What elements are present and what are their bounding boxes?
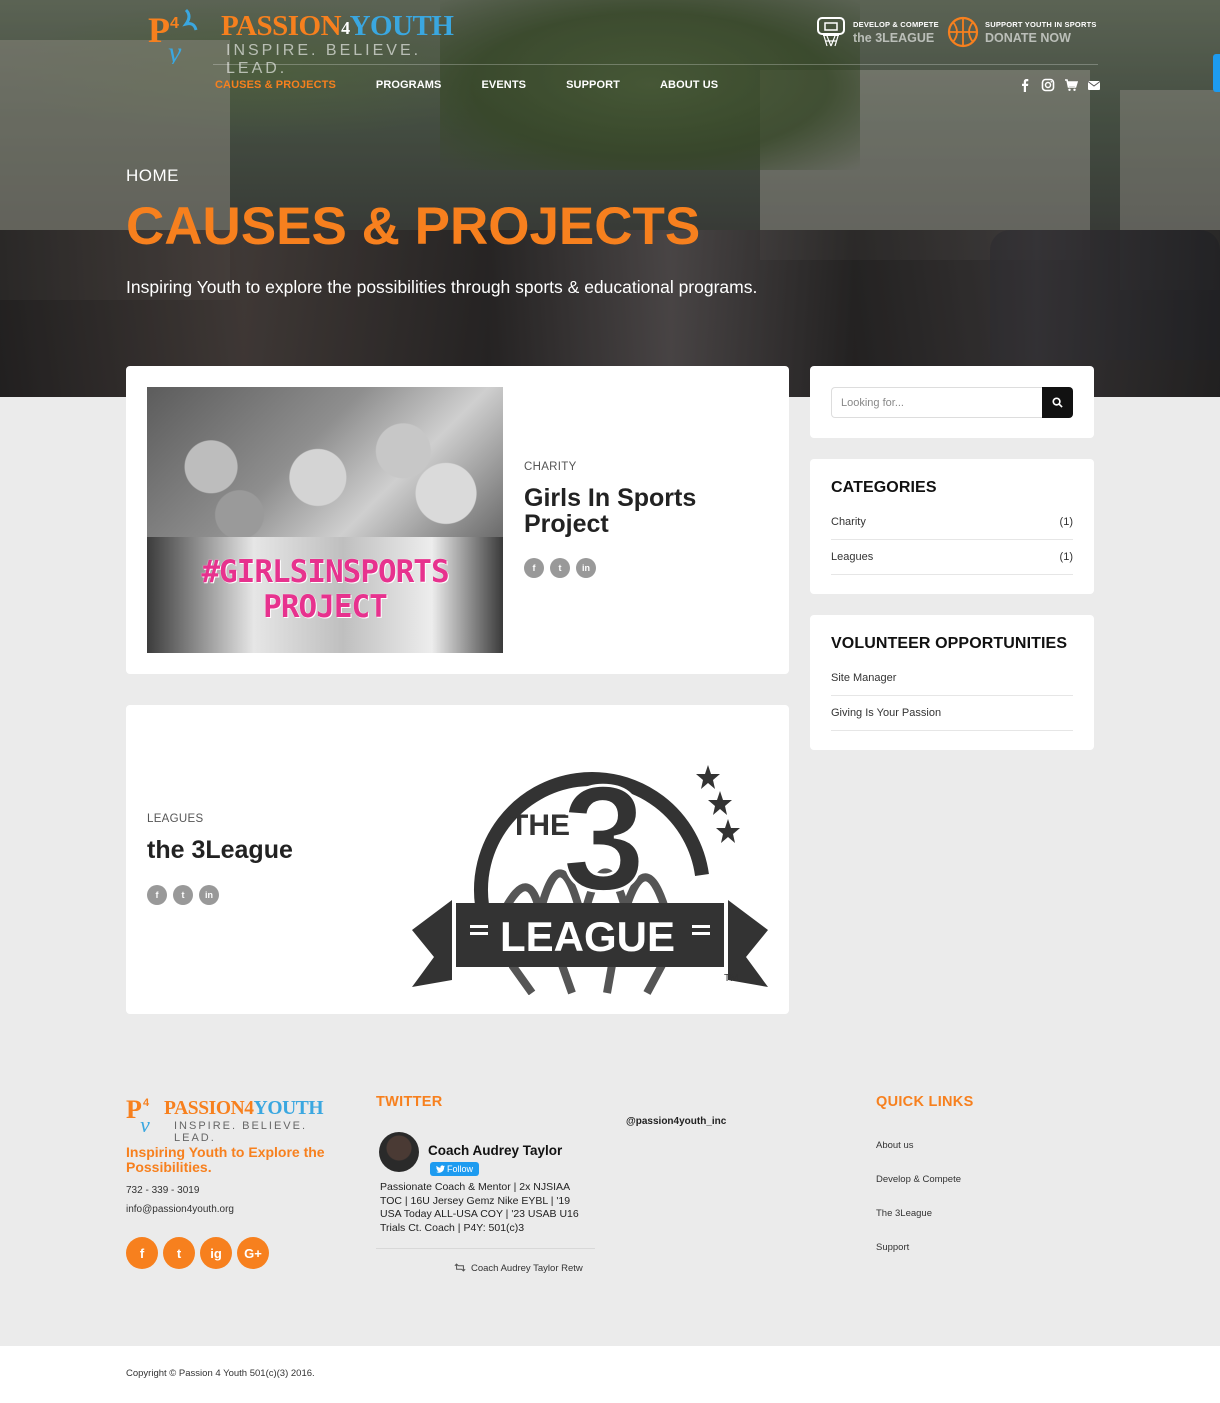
avatar[interactable]: [379, 1132, 419, 1172]
volunteer-heading: VOLUNTEER OPPORTUNITIES: [831, 635, 1068, 652]
footer-twitter-icon[interactable]: t: [163, 1237, 195, 1269]
post-card: #GIRLSINSPORTS PROJECT CHARITY Girls In …: [126, 366, 789, 674]
share-facebook-icon[interactable]: f: [147, 885, 167, 905]
instagram-icon[interactable]: [1041, 78, 1055, 92]
twitter-heading: TWITTER: [376, 1094, 443, 1110]
share-linkedin-icon[interactable]: in: [576, 558, 596, 578]
twitter-bird-icon: [436, 1165, 445, 1173]
p4y-logo-mark-icon: P y 4: [148, 8, 198, 64]
basketball-hoop-icon: [817, 17, 845, 47]
sidebar-search-widget: [810, 366, 1094, 438]
footer-logo-wordmark: PASSION4YOUTH: [164, 1098, 324, 1119]
twitter-feed[interactable]: Coach Audrey Taylor Follow Passionate Co…: [376, 1126, 595, 1289]
category-item-charity[interactable]: Charity (1): [831, 505, 1073, 540]
quick-link-3league[interactable]: The 3League: [876, 1208, 932, 1219]
share-linkedin-icon[interactable]: in: [199, 885, 219, 905]
footer-logo-tagline: INSPIRE. BELIEVE. LEAD.: [174, 1120, 308, 1144]
3league-logo-the: THE: [510, 809, 570, 842]
footer-email[interactable]: info@passion4youth.org: [126, 1204, 234, 1215]
nav-causes-projects[interactable]: CAUSES & PROJECTS: [215, 79, 336, 91]
share-twitter-icon[interactable]: t: [173, 885, 193, 905]
post-share: f t in: [147, 885, 219, 905]
nav-events[interactable]: EVENTS: [481, 79, 526, 91]
3league-logo-banner: LEAGUE: [500, 913, 675, 960]
cta-3league-label: the 3LEAGUE: [853, 30, 935, 45]
volunteer-item[interactable]: Giving Is Your Passion: [831, 696, 1073, 731]
site-logo[interactable]: P y 4 PASSION4YOUTH INSPIRE. BELIEVE. LE…: [146, 6, 476, 77]
svg-text:y: y: [165, 36, 182, 64]
volunteer-item[interactable]: Site Manager: [831, 661, 1073, 696]
post-title[interactable]: Girls In Sports Project: [524, 485, 754, 537]
cta-3league[interactable]: DEVELOP & COMPETE the 3LEAGUE: [815, 14, 939, 50]
twitter-follow-button[interactable]: Follow: [430, 1162, 480, 1176]
nav-programs[interactable]: PROGRAMS: [376, 79, 442, 91]
twitter-bio: Passionate Coach & Mentor | 2x NJSIAA TO…: [380, 1181, 579, 1234]
categories-heading: CATEGORIES: [831, 479, 937, 496]
mail-icon[interactable]: [1087, 78, 1101, 92]
retweet-icon: [454, 1263, 466, 1272]
side-widget-tab[interactable]: [1213, 54, 1220, 92]
search-input[interactable]: [831, 387, 1043, 418]
logo-wordmark: PASSION4YOUTH: [221, 10, 454, 42]
footer-facebook-icon[interactable]: f: [126, 1237, 158, 1269]
cta-donate[interactable]: SUPPORT YOUTH IN SPORTS DONATE NOW: [947, 14, 1097, 50]
category-name: Charity: [831, 516, 866, 528]
thumbnail-hashtag-text: #GIRLSINSPORTS PROJECT: [201, 554, 449, 625]
category-count: (1): [1059, 516, 1073, 528]
post-card: LEAGUES the 3League f t in THE 3 LEAGUE …: [126, 705, 789, 1014]
divider: [376, 1248, 595, 1249]
category-name: Leagues: [831, 551, 874, 563]
3league-logo-image[interactable]: THE 3 LEAGUE TM: [412, 725, 768, 995]
sidebar-volunteer-widget: VOLUNTEER OPPORTUNITIES Site Manager Giv…: [810, 615, 1094, 750]
svg-text:y: y: [138, 1112, 150, 1132]
cta-donate-small: SUPPORT YOUTH IN SPORTS: [985, 19, 1097, 29]
nav-about-us[interactable]: ABOUT US: [660, 79, 718, 91]
svg-text:4: 4: [143, 1097, 150, 1109]
header-social: [1018, 78, 1101, 92]
facebook-icon[interactable]: [1018, 78, 1032, 92]
search-button[interactable]: [1042, 387, 1073, 418]
search-icon: [1052, 397, 1063, 408]
3league-logo-tm: TM: [724, 973, 738, 984]
3league-logo-number: 3: [562, 754, 645, 922]
instagram-handle[interactable]: @passion4youth_inc: [626, 1116, 726, 1127]
footer-logo[interactable]: P y 4 PASSION4YOUTH INSPIRE. BELIEVE. LE…: [126, 1092, 346, 1144]
sidebar-categories-widget: CATEGORIES Charity (1) Leagues (1): [810, 459, 1094, 594]
footer-google-plus-icon[interactable]: G+: [237, 1237, 269, 1269]
page-title: CAUSES & PROJECTS: [126, 197, 701, 256]
main-nav: CAUSES & PROJECTS PROGRAMS EVENTS SUPPOR…: [215, 79, 758, 91]
cta-3league-small: DEVELOP & COMPETE: [853, 19, 939, 29]
twitter-profile-name[interactable]: Coach Audrey Taylor: [428, 1143, 562, 1158]
quick-link-support[interactable]: Support: [876, 1242, 909, 1253]
footer-social: f t ig G+: [126, 1237, 269, 1269]
svg-text:P: P: [148, 10, 170, 50]
hero-subtitle: Inspiring Youth to explore the possibili…: [126, 277, 758, 297]
footer-phone[interactable]: 732 - 339 - 3019: [126, 1185, 199, 1196]
post-share: f t in: [524, 558, 596, 578]
category-count: (1): [1059, 551, 1073, 563]
p4y-logo-mark-icon: P y 4: [126, 1095, 150, 1132]
nav-divider: [213, 64, 1098, 65]
share-facebook-icon[interactable]: f: [524, 558, 544, 578]
logo-tagline: INSPIRE. BELIEVE. LEAD.: [226, 42, 422, 77]
copyright-text: Copyright © Passion 4 Youth 501(c)(3) 20…: [126, 1368, 315, 1379]
quick-link-about[interactable]: About us: [876, 1140, 914, 1151]
post-category[interactable]: CHARITY: [524, 461, 577, 473]
breadcrumb[interactable]: HOME: [126, 166, 179, 186]
cart-icon[interactable]: [1064, 78, 1079, 92]
quick-link-develop-compete[interactable]: Develop & Compete: [876, 1174, 961, 1185]
share-twitter-icon[interactable]: t: [550, 558, 570, 578]
quick-links-heading: QUICK LINKS: [876, 1094, 974, 1110]
post-thumbnail-girls-in-sports[interactable]: #GIRLSINSPORTS PROJECT: [147, 387, 503, 653]
svg-text:4: 4: [170, 15, 179, 32]
category-item-leagues[interactable]: Leagues (1): [831, 540, 1073, 575]
twitter-retweet-line: Coach Audrey Taylor Retw: [454, 1263, 583, 1274]
cta-donate-label: DONATE NOW: [985, 30, 1071, 45]
footer-instagram-icon[interactable]: ig: [200, 1237, 232, 1269]
post-category[interactable]: LEAGUES: [147, 813, 203, 825]
basketball-icon: [947, 16, 979, 48]
nav-support[interactable]: SUPPORT: [566, 79, 620, 91]
post-title[interactable]: the 3League: [147, 837, 293, 863]
footer-tagline: Inspiring Youth to Explore the Possibili…: [126, 1144, 325, 1175]
